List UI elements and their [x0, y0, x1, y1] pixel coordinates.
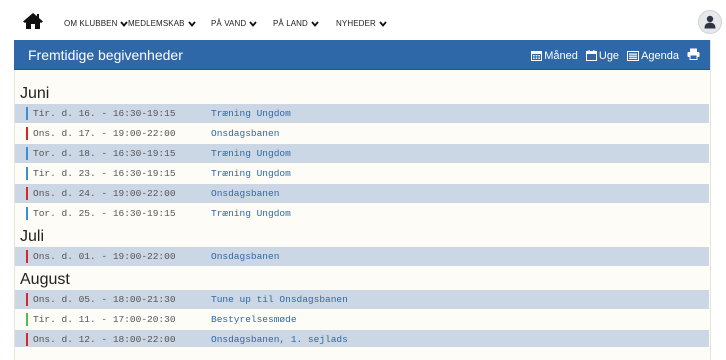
view-month-button[interactable]: Måned [531, 50, 578, 62]
event-row[interactable]: Tir. d. 11. - 17:00-20:30 Bestyrelsesmød… [15, 310, 709, 329]
event-color-marker [26, 333, 28, 346]
chevron-down-icon [379, 20, 387, 27]
events-header-bar: Fremtidige begivenheder Måned Uge Agenda [14, 40, 710, 70]
view-agenda-button[interactable]: Agenda [627, 50, 679, 62]
event-title-link[interactable]: Onsdagsbanen [211, 251, 279, 262]
event-title-link[interactable]: Onsdagsbanen [211, 128, 279, 139]
print-button[interactable] [687, 48, 700, 63]
event-date: Tor. d. 25. - 16:30-19:15 [33, 208, 176, 219]
event-title-link[interactable]: Træning Ungdom [211, 148, 291, 159]
menu-label: PÅ LAND [273, 19, 308, 28]
event-row[interactable]: Tir. d. 16. - 16:30-19:15 Træning Ungdom [15, 104, 709, 123]
event-date: Ons. d. 01. - 19:00-22:00 [33, 251, 176, 262]
event-title-link[interactable]: Onsdagsbanen, 1. sejlads [211, 334, 348, 345]
menu-label: NYHEDER [336, 19, 376, 28]
event-date: Ons. d. 12. - 18:00-22:00 [33, 334, 176, 345]
view-week-label: Uge [598, 49, 620, 62]
event-row[interactable]: Ons. d. 01. - 19:00-22:00 Onsdagsbanen [15, 247, 709, 266]
event-date: Tir. d. 16. - 16:30-19:15 [33, 108, 176, 119]
month-heading: August [20, 271, 70, 288]
event-color-marker [26, 127, 28, 140]
month-heading: Juli [20, 228, 45, 245]
event-title-link[interactable]: Træning Ungdom [211, 208, 291, 219]
event-color-marker [26, 167, 28, 180]
calendar-month-icon [531, 51, 543, 61]
event-date: Ons. d. 17. - 19:00-22:00 [33, 128, 176, 139]
event-title-link[interactable]: Træning Ungdom [211, 168, 291, 179]
event-row[interactable]: Tor. d. 18. - 16:30-19:15 Træning Ungdom [15, 144, 709, 163]
event-date: Tir. d. 11. - 17:00-20:30 [33, 314, 176, 325]
top-navigation: OM KLUBBEN MEDLEMSKAB PÅ VAND PÅ LAND NY… [0, 0, 726, 40]
menu-label: OM KLUBBEN [64, 19, 118, 28]
event-row[interactable]: Ons. d. 17. - 19:00-22:00 Onsdagsbanen [15, 124, 709, 143]
event-color-marker [26, 313, 28, 326]
view-switcher: Måned Uge Agenda [523, 48, 700, 63]
month-heading: Juni [20, 85, 50, 102]
menu-medlemskab[interactable]: MEDLEMSKAB [128, 19, 196, 28]
chevron-down-icon [187, 20, 196, 27]
view-agenda-label: Agenda [641, 49, 679, 62]
view-month-label: Måned [544, 49, 578, 62]
event-title-link[interactable]: Onsdagsbanen [211, 188, 279, 199]
event-row[interactable]: Tir. d. 23. - 16:30-19:15 Træning Ungdom [15, 164, 709, 183]
event-color-marker [26, 293, 28, 306]
event-row[interactable]: Ons. d. 05. - 18:00-21:30 Tune up til On… [15, 290, 709, 309]
event-color-marker [26, 207, 28, 220]
event-title-link[interactable]: Træning Ungdom [211, 108, 291, 119]
event-title-link[interactable]: Tune up til Onsdagsbanen [211, 294, 348, 305]
event-date: Tor. d. 18. - 16:30-19:15 [33, 148, 176, 159]
menu-label: MEDLEMSKAB [128, 19, 185, 28]
event-color-marker [26, 147, 28, 160]
menu-paa-vand[interactable]: PÅ VAND [211, 19, 257, 28]
menu-paa-land[interactable]: PÅ LAND [273, 19, 319, 28]
page-title: Fremtidige begivenheder [28, 47, 183, 63]
chevron-down-icon [249, 20, 257, 27]
calendar-week-icon [585, 50, 597, 61]
agenda-list-icon [627, 50, 640, 61]
menu-label: PÅ VAND [211, 19, 247, 28]
menu-nyheder[interactable]: NYHEDER [336, 19, 387, 28]
event-date: Ons. d. 24. - 19:00-22:00 [33, 188, 176, 199]
user-avatar[interactable] [698, 10, 722, 34]
print-icon [687, 48, 700, 60]
event-color-marker [26, 107, 28, 120]
user-icon [704, 15, 716, 29]
event-color-marker [26, 250, 28, 263]
menu-om-klubben[interactable]: OM KLUBBEN [64, 19, 129, 28]
event-date: Ons. d. 05. - 18:00-21:30 [33, 294, 176, 305]
event-row[interactable]: Ons. d. 24. - 19:00-22:00 Onsdagsbanen [15, 184, 709, 203]
event-title-link[interactable]: Bestyrelsesmøde [211, 314, 297, 325]
event-date: Tir. d. 23. - 16:30-19:15 [33, 168, 176, 179]
event-row[interactable]: Tor. d. 25. - 16:30-19:15 Træning Ungdom [15, 204, 709, 223]
event-row[interactable]: Ons. d. 12. - 18:00-22:00 Onsdagsbanen, … [15, 330, 709, 347]
chevron-down-icon [311, 20, 319, 27]
view-week-button[interactable]: Uge [585, 49, 620, 62]
home-icon[interactable] [22, 12, 44, 30]
event-color-marker [26, 187, 28, 200]
